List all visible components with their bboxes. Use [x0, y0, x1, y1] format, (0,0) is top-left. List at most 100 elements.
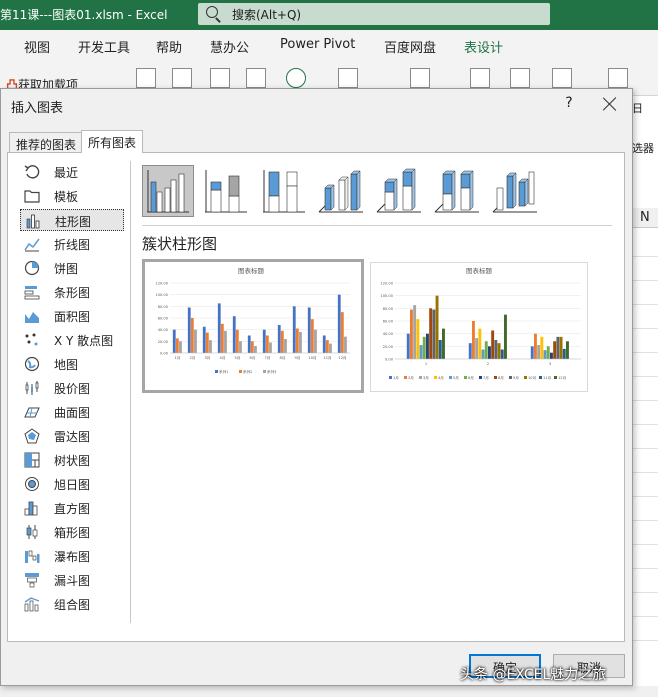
x-tick-label: 9月 — [295, 355, 301, 360]
y-tick-label: 20.00 — [158, 340, 169, 344]
subtype-stacked-column[interactable] — [200, 165, 252, 217]
category-map[interactable]: 地图 — [20, 353, 124, 375]
chart-preview-by-series[interactable]: 图表标题 0.00 20.00 40.00 60.00 80.00 100.00 120.00… — [370, 262, 588, 392]
subtype-clustered-column[interactable] — [142, 165, 194, 217]
radar-chart-icon — [24, 428, 40, 444]
window-title: 第11课---图表01.xlsm - Excel — [0, 8, 168, 22]
sparkline-column-icon[interactable] — [510, 68, 530, 88]
x-tick-label: 7月 — [265, 355, 271, 360]
slicer-icon[interactable] — [608, 68, 628, 88]
pivot-chart-ribbon-icon[interactable] — [338, 68, 358, 88]
bar — [426, 333, 429, 359]
bar — [224, 330, 227, 353]
100-stacked-column-icon — [263, 170, 305, 213]
legend-label: 2月 — [408, 375, 414, 380]
bar — [488, 346, 491, 359]
ribbon-tab-table-design[interactable]: 表设计 — [464, 37, 503, 56]
sparkline-winloss-icon[interactable] — [552, 68, 572, 88]
bar — [299, 332, 302, 353]
subtype-100-stacked-column[interactable] — [258, 165, 310, 217]
close-icon[interactable] — [601, 95, 619, 113]
x-tick-label: 6月 — [250, 355, 256, 360]
category-sunburst[interactable]: 旭日图 — [20, 473, 124, 495]
bar — [471, 321, 475, 359]
3d-map-ribbon-icon[interactable] — [410, 68, 430, 88]
search-placeholder: 搜索(Alt+Q) — [232, 8, 302, 22]
x-tick-label: 2 — [487, 362, 489, 366]
bar — [175, 338, 179, 353]
bar — [194, 329, 197, 353]
clustered-column-icon — [147, 170, 189, 213]
recommended-charts-icon[interactable] — [136, 68, 156, 88]
bar — [337, 294, 341, 353]
category-surface[interactable]: 曲面图 — [20, 401, 124, 423]
category-recent[interactable]: 最近 — [20, 161, 124, 183]
bar — [491, 330, 495, 359]
chart-preview-by-month[interactable]: 图表标题 0.00 20.00 40.00 60.00 80.00 100.00 120.00… — [142, 259, 364, 393]
ribbon-tab-help[interactable]: 帮助 — [156, 37, 182, 56]
waterfall-ribbon-icon[interactable] — [246, 68, 266, 88]
bar — [497, 343, 501, 359]
legend-swatch — [239, 370, 242, 373]
bar — [435, 295, 439, 359]
category-stock[interactable]: 股价图 — [20, 377, 124, 399]
category-line[interactable]: 折线图 — [20, 233, 124, 255]
excel-title-bar: 第11课---图表01.xlsm - Excel 搜索(Alt+Q) — [0, 0, 658, 30]
ribbon-tab-baidu-netdisk[interactable]: 百度网盘 — [384, 37, 436, 56]
bar — [562, 348, 566, 359]
legend-swatch — [449, 376, 452, 379]
line-chart-icon — [24, 238, 40, 252]
category-area[interactable]: 面积图 — [20, 305, 124, 327]
bar — [190, 318, 194, 353]
subtype-3d-stacked-column[interactable] — [374, 165, 426, 217]
column-header-n[interactable]: N — [632, 208, 658, 228]
category-xy-scatter[interactable]: X Y 散点图 — [20, 329, 124, 351]
ribbon-tab-developer[interactable]: 开发工具 — [78, 37, 130, 56]
column-chart-ribbon-icon[interactable] — [172, 68, 192, 88]
category-histogram[interactable]: 直方图 — [20, 497, 124, 519]
sparkline-line-icon[interactable] — [470, 68, 490, 88]
y-tick-label: 100.00 — [380, 294, 393, 298]
category-combo[interactable]: 组合图 — [20, 593, 124, 615]
category-funnel[interactable]: 漏斗图 — [20, 569, 124, 591]
subtype-3d-column[interactable] — [490, 165, 542, 217]
subtype-3d-100-stacked-column[interactable] — [432, 165, 484, 217]
legend-swatch — [539, 376, 542, 379]
bar — [494, 340, 498, 359]
category-templates[interactable]: 模板 — [20, 185, 124, 207]
help-button[interactable]: ? — [561, 95, 577, 113]
category-treemap[interactable]: 树状图 — [20, 449, 124, 471]
legend-label: 7月 — [483, 375, 489, 380]
stock-chart-icon — [25, 381, 39, 395]
bar — [269, 342, 272, 353]
preview-chart-1: 图表标题 0.00 20.00 40.00 60.00 80.00 100.00 120.00… — [155, 266, 350, 374]
bar — [209, 340, 212, 353]
subtype-3d-clustered-column[interactable] — [316, 165, 368, 217]
category-column[interactable]: 柱形图 — [20, 209, 124, 231]
stacked-column-icon — [205, 170, 247, 213]
category-waterfall[interactable]: 瀑布图 — [20, 545, 124, 567]
category-radar[interactable]: 雷达图 — [20, 425, 124, 447]
ribbon-tab-power-pivot[interactable]: Power Pivot — [280, 37, 355, 52]
y-tick-label: 120.00 — [380, 282, 393, 286]
category-bar[interactable]: 条形图 — [20, 281, 124, 303]
bar — [265, 335, 269, 353]
category-pie[interactable]: 饼图 — [20, 257, 124, 279]
bar — [553, 341, 557, 359]
bar — [235, 329, 239, 353]
search-box[interactable]: 搜索(Alt+Q) — [198, 3, 550, 25]
ribbon-tab-view[interactable]: 视图 — [24, 37, 50, 56]
tab-all-charts[interactable]: 所有图表 — [81, 130, 144, 153]
tab-recommended-charts[interactable]: 推荐的图表 — [9, 132, 84, 152]
hierarchy-chart-ribbon-icon[interactable] — [210, 68, 230, 88]
legend-swatch — [263, 370, 266, 373]
category-box-whisker[interactable]: 箱形图 — [20, 521, 124, 543]
bar — [329, 343, 332, 353]
3d-clustered-column-icon — [318, 170, 363, 213]
y-tick-label: 60.00 — [158, 317, 169, 321]
ribbon-tab-huibangong[interactable]: 慧办公 — [210, 37, 249, 56]
map-ribbon-icon[interactable] — [286, 68, 306, 88]
bar — [202, 326, 206, 353]
box-whisker-chart-icon — [26, 525, 38, 539]
y-tick-label: 40.00 — [158, 328, 169, 332]
